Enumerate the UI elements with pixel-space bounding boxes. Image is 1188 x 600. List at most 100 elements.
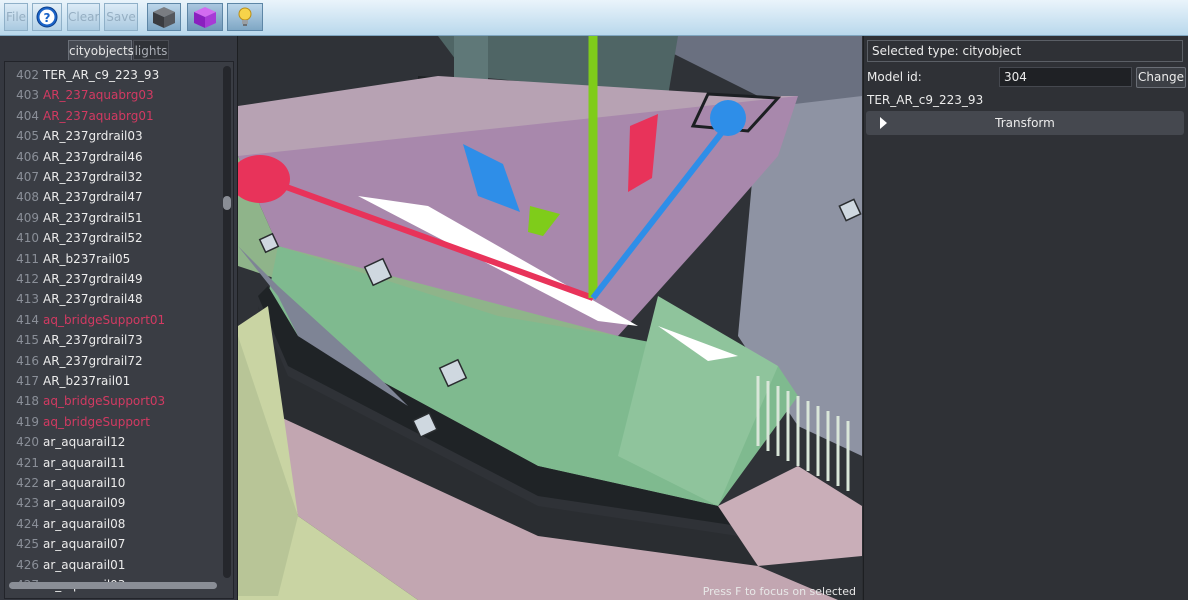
help-button[interactable]: ? <box>32 3 62 31</box>
tab-lights[interactable]: lights <box>133 40 169 60</box>
clear-label: Clear <box>68 10 100 24</box>
list-item-name: AR_237aquabrg01 <box>43 108 154 123</box>
tab-lights-label: lights <box>134 44 168 58</box>
model-mode-button[interactable] <box>187 3 223 31</box>
list-item-number: 406 <box>16 149 39 164</box>
horizontal-scrollbar[interactable] <box>9 582 217 589</box>
list-item-name: aq_bridgeSupport03 <box>43 394 166 409</box>
lights-mode-button[interactable] <box>227 3 263 31</box>
list-item-name: AR_237grdrail46 <box>43 149 143 164</box>
list-item[interactable]: 416 AR_237grdrail72 <box>5 351 219 371</box>
file-label: File <box>5 10 27 24</box>
list-item[interactable]: 423 ar_aquarail09 <box>5 493 219 513</box>
save-button[interactable]: Save <box>104 3 138 31</box>
list-item-number: 426 <box>16 557 39 572</box>
list-item-number: 411 <box>16 251 39 266</box>
list-item-name: AR_237grdrail32 <box>43 170 143 184</box>
list-item-name: AR_b237rail05 <box>43 251 131 266</box>
list-item-number: 410 <box>16 231 39 246</box>
list-item-number: 416 <box>16 353 39 368</box>
list-item-number: 421 <box>16 455 39 470</box>
list-item[interactable]: 414 aq_bridgeSupport01 <box>5 310 219 330</box>
list-item[interactable]: 405 AR_237grdrail03 <box>5 126 219 146</box>
help-icon: ? <box>36 6 58 28</box>
list-item[interactable]: 421 ar_aquarail11 <box>5 453 219 473</box>
list-item-name: AR_237grdrail47 <box>43 190 143 205</box>
list-item-name: AR_b237rail01 <box>43 374 131 388</box>
list-item-name: ar_aquarail01 <box>43 557 126 572</box>
clear-button[interactable]: Clear <box>67 3 100 31</box>
list-item-number: 408 <box>16 190 39 205</box>
list-item[interactable]: 403 AR_237aquabrg03 <box>5 85 219 105</box>
list-item[interactable]: 413 AR_237grdrail48 <box>5 289 219 309</box>
save-label: Save <box>106 10 136 24</box>
cube-dark-icon <box>153 7 175 28</box>
list-item[interactable]: 409 AR_237grdrail51 <box>5 208 219 228</box>
list-item-name: AR_237aquabrg03 <box>43 88 154 103</box>
3d-viewport[interactable]: Press F to focus on selected <box>238 36 862 600</box>
tab-cityobjects-label: cityobjects <box>69 44 134 58</box>
list-item-number: 407 <box>16 170 39 184</box>
list-item[interactable]: 415 AR_237grdrail73 <box>5 330 219 350</box>
list-item[interactable]: 417 AR_b237rail01 <box>5 371 219 391</box>
list-item-number: 417 <box>16 374 39 388</box>
object-mode-button[interactable] <box>147 3 181 31</box>
scene-render <box>238 36 862 600</box>
list-item[interactable]: 406 AR_237grdrail46 <box>5 147 219 167</box>
list-item[interactable]: 420 ar_aquarail12 <box>5 432 219 452</box>
cube-purple-icon <box>194 7 216 28</box>
object-name: TER_AR_c9_223_93 <box>867 93 984 107</box>
list-item-number: 413 <box>16 292 39 307</box>
list-item-name: AR_237grdrail52 <box>43 231 143 246</box>
transform-section-toggle[interactable]: Transform <box>866 111 1184 135</box>
list-item-number: 403 <box>16 88 39 103</box>
vertical-scrollbar[interactable] <box>223 66 231 578</box>
list-item[interactable]: 411 AR_b237rail05 <box>5 249 219 269</box>
list-item[interactable]: 422 ar_aquarail10 <box>5 473 219 493</box>
model-id-label: Model id: <box>867 70 922 84</box>
list-item-name: AR_237grdrail03 <box>43 129 143 144</box>
list-item-number: 405 <box>16 129 39 144</box>
list-item-number: 402 <box>16 68 39 82</box>
model-id-input[interactable] <box>999 67 1132 87</box>
tab-cityobjects[interactable]: cityobjects <box>68 40 134 60</box>
list-item-number: 420 <box>16 435 39 450</box>
list-item-number: 404 <box>16 108 39 123</box>
list-item-name: AR_237grdrail48 <box>43 292 143 307</box>
list-item-number: 423 <box>16 496 39 511</box>
change-button[interactable]: Change <box>1136 67 1186 88</box>
file-button[interactable]: File <box>4 3 28 31</box>
list-item-name: AR_237grdrail72 <box>43 353 143 368</box>
list-item-number: 425 <box>16 537 39 552</box>
list-item[interactable]: 402 TER_AR_c9_223_93 <box>5 65 219 85</box>
list-item[interactable]: 426 ar_aquarail01 <box>5 555 219 575</box>
list-item[interactable]: 425 ar_aquarail07 <box>5 534 219 554</box>
list-item[interactable]: 424 ar_aquarail08 <box>5 514 219 534</box>
list-item-name: AR_237grdrail73 <box>43 333 143 348</box>
list-item[interactable]: 418 aq_bridgeSupport03 <box>5 391 219 411</box>
list-item-name: ar_aquarail11 <box>43 455 126 470</box>
list-item-name: TER_AR_c9_223_93 <box>43 68 160 82</box>
list-item-number: 414 <box>16 312 39 327</box>
list-item[interactable]: 410 AR_237grdrail52 <box>5 228 219 248</box>
list-item[interactable]: 408 AR_237grdrail47 <box>5 187 219 207</box>
list-item-number: 415 <box>16 333 39 348</box>
list-item-name: ar_aquarail10 <box>43 476 126 490</box>
list-item-number: 424 <box>16 516 39 531</box>
object-list[interactable]: 402 TER_AR_c9_223_93 403 AR_237aquabrg03 404… <box>4 61 234 599</box>
list-item-name: aq_bridgeSupport <box>43 414 150 429</box>
properties-panel: Selected type: cityobject Model id: Chan… <box>863 36 1188 600</box>
list-item-name: AR_237grdrail51 <box>43 210 143 225</box>
left-panel: cityobjects lights 402 TER_AR_c9_223_93 40… <box>0 36 238 600</box>
list-item[interactable]: 404 AR_237aquabrg01 <box>5 106 219 126</box>
list-item-number: 419 <box>16 414 39 429</box>
list-item-number: 418 <box>16 394 39 409</box>
list-item-name: ar_aquarail09 <box>43 496 126 511</box>
list-item[interactable]: 412 AR_237grdrail49 <box>5 269 219 289</box>
list-item-name: ar_aquarail12 <box>43 435 126 450</box>
lightbulb-icon <box>238 7 252 26</box>
vertical-scrollbar-thumb[interactable] <box>223 196 231 210</box>
list-item[interactable]: 419 aq_bridgeSupport <box>5 412 219 432</box>
list-item-number: 422 <box>16 476 39 490</box>
list-item[interactable]: 407 AR_237grdrail32 <box>5 167 219 187</box>
